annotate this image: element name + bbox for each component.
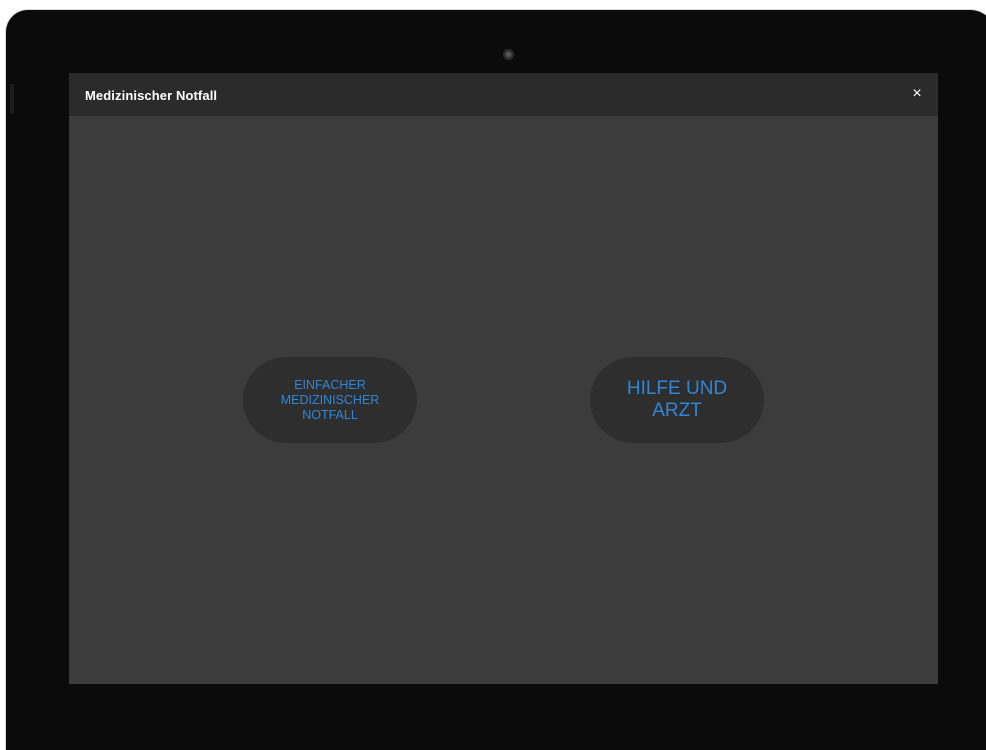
simple-medical-emergency-label: EINFACHER MEDIZINISCHER NOTFALL [280,377,380,422]
tablet-side-button [10,84,14,114]
help-and-doctor-button[interactable]: HILFE UND ARZT [590,357,764,443]
dialog-screen: Medizinischer Notfall × EINFACHER MEDIZI… [69,73,938,684]
close-icon[interactable]: × [908,85,926,103]
dialog-title: Medizinischer Notfall [85,88,218,103]
help-and-doctor-label: HILFE UND ARZT [626,378,728,421]
simple-medical-emergency-button[interactable]: EINFACHER MEDIZINISCHER NOTFALL [243,357,417,443]
camera-lens [506,52,511,57]
camera-icon [503,49,514,60]
dialog-titlebar: Medizinischer Notfall × [69,73,938,116]
